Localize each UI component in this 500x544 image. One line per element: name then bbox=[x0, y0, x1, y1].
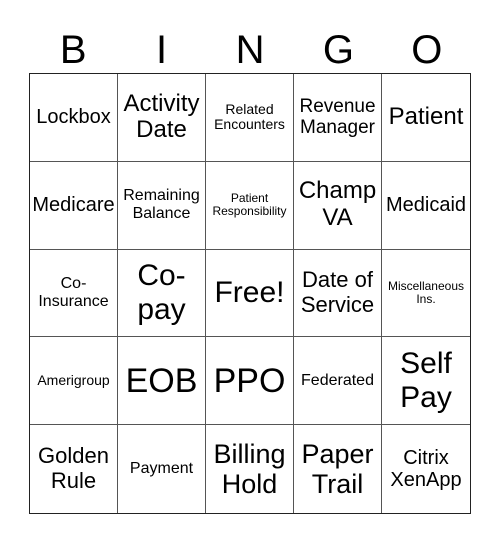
bingo-board: Lockbox Activity Date Related Encounters… bbox=[29, 73, 471, 514]
bingo-cell[interactable]: Miscellaneous Ins. bbox=[382, 250, 470, 338]
free-space-cell[interactable]: Free! bbox=[206, 249, 294, 338]
bingo-cell[interactable]: Golden Rule bbox=[30, 425, 118, 513]
header-letter-o: O bbox=[411, 28, 443, 72]
bingo-cell[interactable]: Co-pay bbox=[118, 249, 206, 338]
bingo-cell[interactable]: EOB bbox=[118, 337, 206, 426]
bingo-cell[interactable]: Revenue Manager bbox=[294, 74, 382, 162]
bingo-cell[interactable]: Payment bbox=[118, 425, 206, 513]
bingo-cell[interactable]: Patient Responsibility bbox=[206, 161, 294, 250]
bingo-cell[interactable]: Federated bbox=[294, 337, 382, 426]
header-letter-g: G bbox=[322, 28, 354, 72]
bingo-cell[interactable]: Medicaid bbox=[382, 162, 470, 250]
bingo-cell[interactable]: Medicare bbox=[30, 161, 118, 250]
bingo-cell[interactable]: Date of Service bbox=[294, 249, 382, 338]
header-letter-i: I bbox=[156, 28, 168, 72]
bingo-cell[interactable]: Citrix XenApp bbox=[382, 425, 470, 513]
bingo-cell[interactable]: Activity Date bbox=[118, 74, 206, 162]
bingo-cell[interactable]: Self Pay bbox=[382, 337, 470, 426]
bingo-cell[interactable]: Paper Trail bbox=[294, 425, 382, 513]
bingo-cell[interactable]: Lockbox bbox=[30, 74, 118, 162]
bingo-cell[interactable]: Co-Insurance bbox=[30, 249, 118, 338]
bingo-cell[interactable]: Amerigroup bbox=[30, 337, 118, 426]
bingo-header: B I N G O bbox=[29, 28, 471, 72]
bingo-cell[interactable]: Billing Hold bbox=[206, 425, 294, 513]
header-letter-n: N bbox=[235, 28, 265, 72]
bingo-cell[interactable]: Champ VA bbox=[294, 161, 382, 250]
bingo-cell[interactable]: PPO bbox=[206, 337, 294, 426]
header-letter-b: B bbox=[59, 28, 87, 72]
bingo-cell[interactable]: Remaining Balance bbox=[118, 161, 206, 250]
bingo-cell[interactable]: Patient bbox=[382, 74, 470, 162]
bingo-cell[interactable]: Related Encounters bbox=[206, 74, 294, 162]
